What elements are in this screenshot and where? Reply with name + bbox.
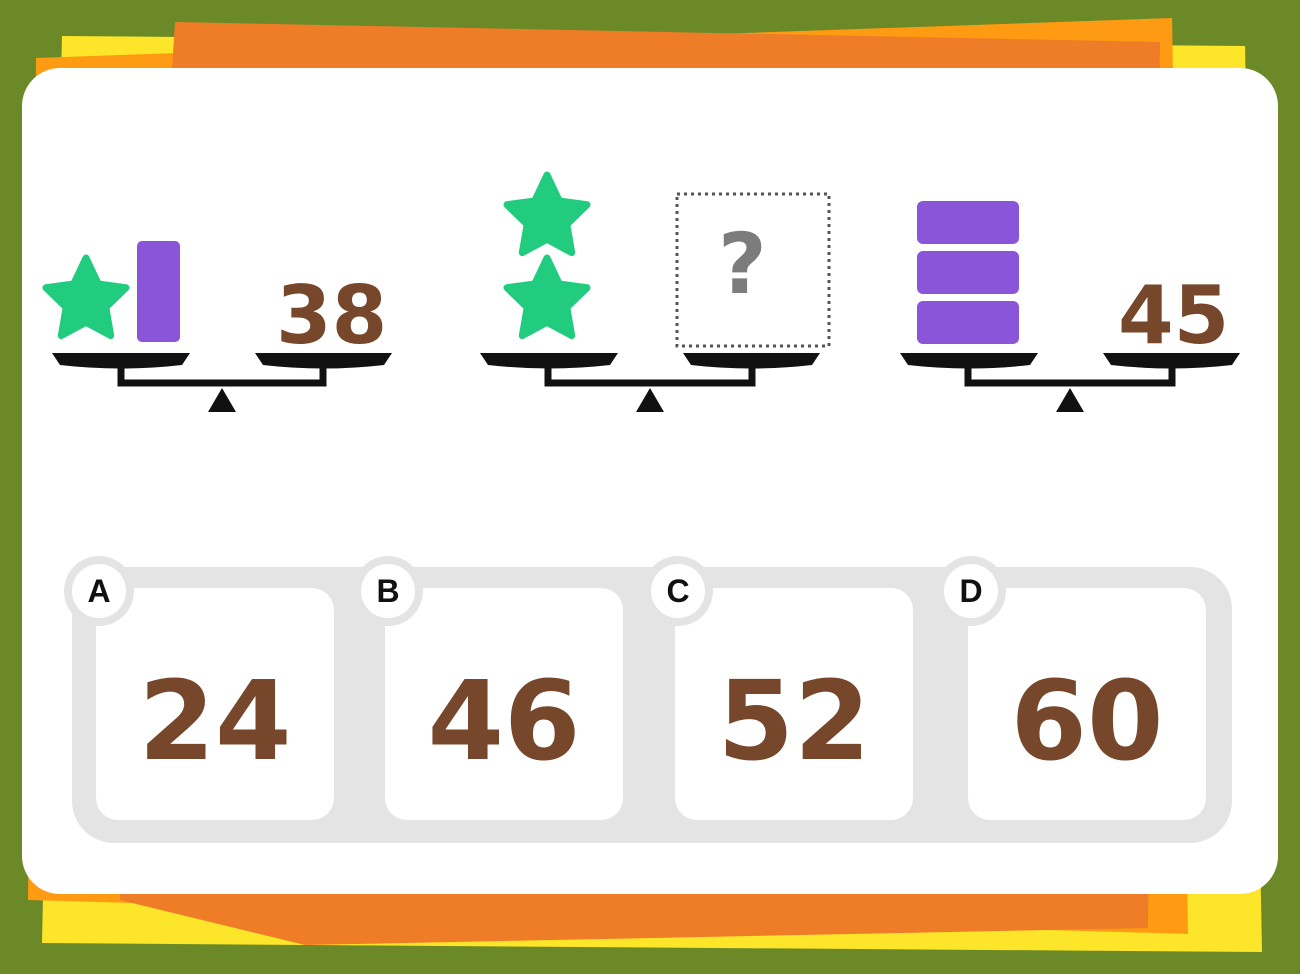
option-badge: A [64, 556, 134, 626]
option-b[interactable]: B 46 [353, 556, 623, 820]
bar-shape [917, 301, 1019, 344]
option-value: 46 [427, 657, 581, 785]
star-shape [503, 254, 591, 340]
option-badge: B [353, 556, 423, 626]
star-shape [42, 254, 130, 340]
balance-scale-2 [480, 353, 820, 412]
star-shape [503, 171, 591, 257]
option-letter: D [959, 573, 983, 609]
bar-shape [917, 251, 1019, 294]
question-mark: ? [718, 215, 767, 313]
weight-value-45: 45 [1118, 269, 1230, 362]
bar-shape [917, 201, 1019, 244]
option-letter: C [666, 573, 690, 609]
option-badge: C [643, 556, 713, 626]
option-value: 24 [138, 657, 292, 785]
option-a[interactable]: A 24 [64, 556, 334, 820]
option-value: 52 [717, 657, 871, 785]
option-d[interactable]: D 60 [936, 556, 1206, 820]
option-c[interactable]: C 52 [643, 556, 913, 820]
option-badge: D [936, 556, 1006, 626]
weight-value-38: 38 [276, 269, 388, 362]
bar-shape [137, 241, 180, 342]
option-value: 60 [1010, 657, 1164, 785]
option-letter: A [87, 573, 111, 609]
option-letter: B [376, 573, 400, 609]
